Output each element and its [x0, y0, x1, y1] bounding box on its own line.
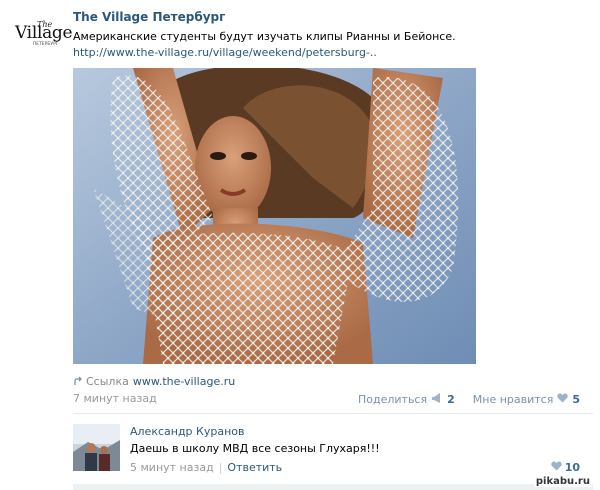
- comment-time[interactable]: 5 минут назад: [130, 461, 214, 474]
- link-domain[interactable]: www.the-village.ru: [133, 375, 235, 388]
- photo-image: [73, 68, 476, 364]
- like-button[interactable]: Мне нравится 5: [473, 393, 580, 406]
- post-url-link[interactable]: http://www.the-village.ru/village/weeken…: [73, 46, 377, 59]
- comment-input-bar[interactable]: [73, 484, 593, 490]
- post-text: Американские студенты будут изучать клип…: [73, 29, 473, 61]
- comment-text: Даешь в школу МВД все сезоны Глухаря!!!: [130, 442, 380, 455]
- link-arrow-icon: [73, 376, 83, 386]
- group-logo[interactable]: The Village ПЕТЕРБУРГ: [15, 20, 73, 50]
- heart-icon: [550, 461, 562, 474]
- wall-post: The Village ПЕТЕРБУРГ The Village Петерб…: [0, 0, 600, 490]
- post-time[interactable]: 7 минут назад: [73, 392, 157, 405]
- heart-icon: [557, 393, 569, 406]
- post-actions: Поделиться 2 Мне нравится 5: [358, 392, 580, 406]
- megaphone-icon: [431, 392, 443, 406]
- group-name-link[interactable]: The Village Петербург: [73, 10, 225, 24]
- comment-like-button[interactable]: 10: [550, 461, 580, 474]
- comment-avatar[interactable]: [73, 424, 120, 471]
- comment-meta: 5 минут назад | Ответить: [130, 461, 282, 474]
- logo-city: ПЕТЕРБУРГ: [33, 41, 59, 46]
- like-count: 5: [572, 392, 580, 406]
- divider: [73, 413, 593, 414]
- attached-link[interactable]: Ссылка www.the-village.ru: [73, 374, 235, 388]
- link-label: Ссылка: [86, 374, 129, 388]
- reply-button[interactable]: Ответить: [227, 461, 282, 474]
- post-photo[interactable]: [73, 68, 476, 364]
- comment-like-count: 10: [564, 461, 580, 474]
- share-label: Поделиться: [357, 392, 428, 406]
- logo-village: Village: [15, 23, 73, 43]
- comment-separator: |: [218, 461, 223, 474]
- post-text-body: Американские студенты будут изучать клип…: [73, 30, 456, 43]
- like-label: Мне нравится: [472, 392, 554, 406]
- comment-author-link[interactable]: Александр Куранов: [130, 425, 244, 438]
- watermark: pikabu.ru: [533, 476, 592, 487]
- share-button[interactable]: Поделиться 2: [357, 392, 455, 406]
- share-count: 2: [447, 392, 455, 406]
